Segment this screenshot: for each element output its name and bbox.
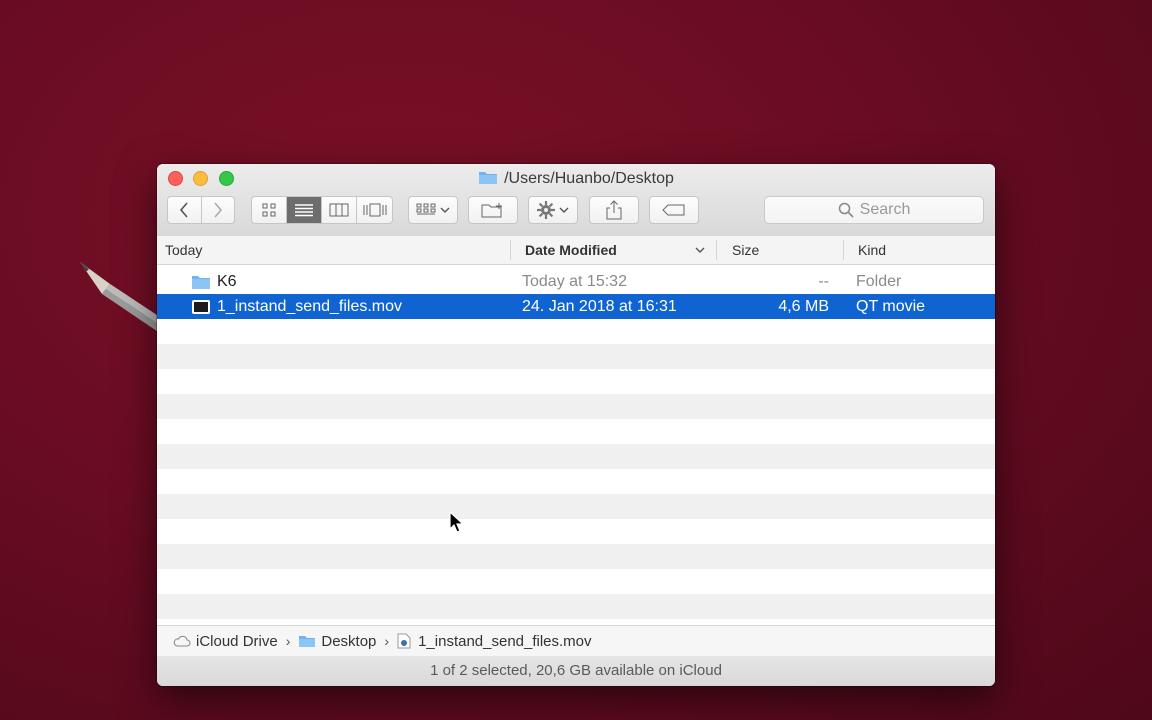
path-item-desktop[interactable]: Desktop	[298, 633, 376, 650]
column-header: Today Date Modified Size Kind	[157, 236, 995, 265]
forward-button[interactable]	[202, 197, 235, 223]
empty-row	[157, 344, 995, 369]
file-row-selected[interactable]: 1_instand_send_files.mov 24. Jan 2018 at…	[157, 294, 995, 319]
cover-flow-icon	[363, 203, 386, 217]
column-divider[interactable]	[843, 240, 844, 260]
title-bar: /Users/Huanbo/Desktop Search	[157, 164, 995, 237]
list-icon	[295, 204, 313, 217]
columns-icon	[329, 203, 349, 217]
empty-row	[157, 544, 995, 569]
empty-row	[157, 394, 995, 419]
window-title: /Users/Huanbo/Desktop	[157, 169, 995, 190]
tags-button[interactable]	[649, 196, 699, 224]
gear-icon	[537, 201, 555, 219]
column-divider[interactable]	[510, 240, 511, 260]
column-name[interactable]: Today	[165, 236, 202, 264]
path-item-icloud[interactable]: iCloud Drive	[173, 633, 278, 650]
sort-descending-icon	[695, 247, 705, 253]
cloud-icon	[173, 635, 191, 647]
mouse-cursor-icon	[449, 511, 465, 533]
path-item-label: iCloud Drive	[196, 632, 278, 650]
share-button[interactable]	[589, 196, 639, 224]
arrange-button[interactable]	[408, 196, 458, 224]
path-item-label: 1_instand_send_files.mov	[418, 632, 592, 650]
file-name: 1_instand_send_files.mov	[217, 298, 403, 315]
column-divider[interactable]	[716, 240, 717, 260]
icon-view-button[interactable]	[252, 197, 287, 223]
grid-icon	[262, 203, 276, 217]
file-kind: Folder	[856, 273, 902, 290]
chevron-down-icon	[440, 207, 450, 213]
chevron-right-icon: ›	[384, 633, 390, 649]
status-bar: 1 of 2 selected, 20,6 GB available on iC…	[157, 656, 995, 686]
chevron-left-icon	[180, 202, 188, 218]
navigation-group	[167, 196, 235, 224]
empty-row	[157, 444, 995, 469]
file-date: 24. Jan 2018 at 16:31	[522, 298, 677, 315]
view-mode-control	[251, 196, 393, 224]
search-placeholder: Search	[859, 201, 911, 218]
movie-file-icon	[191, 298, 211, 323]
search-field[interactable]: Search	[764, 196, 984, 224]
arrange-grid-icon	[416, 203, 436, 215]
new-folder-icon	[481, 203, 502, 218]
empty-row	[157, 594, 995, 619]
back-button[interactable]	[168, 197, 202, 223]
column-date-modified[interactable]: Date Modified	[525, 236, 705, 264]
file-kind: QT movie	[856, 298, 926, 315]
chevron-down-icon	[559, 207, 569, 213]
window-title-text: /Users/Huanbo/Desktop	[504, 170, 674, 187]
file-size: --	[818, 273, 829, 290]
tag-icon	[662, 204, 685, 216]
empty-row	[157, 494, 995, 519]
share-icon	[606, 200, 622, 220]
file-name: K6	[217, 273, 237, 290]
movie-file-icon	[397, 633, 411, 649]
chevron-right-icon: ›	[285, 633, 291, 649]
file-size: 4,6 MB	[778, 298, 829, 315]
column-kind[interactable]: Kind	[858, 236, 886, 264]
new-folder-button[interactable]	[468, 196, 518, 224]
path-item-label: Desktop	[321, 632, 377, 650]
list-view-button[interactable]	[287, 197, 322, 223]
path-item-file[interactable]: 1_instand_send_files.mov	[397, 632, 592, 650]
action-button[interactable]	[528, 196, 578, 224]
column-date-label: Date Modified	[525, 242, 617, 258]
folder-icon	[299, 636, 316, 647]
file-date: Today at 15:32	[522, 273, 627, 290]
path-bar: iCloud Drive › Desktop › 1_instand_send_…	[157, 625, 995, 657]
finder-window: /Users/Huanbo/Desktop Search Today Date …	[157, 164, 995, 686]
cover-flow-view-button[interactable]	[357, 197, 392, 223]
file-list[interactable]: K6 Today at 15:32 -- Folder 1_instand_se…	[157, 265, 995, 622]
column-view-button[interactable]	[322, 197, 357, 223]
file-row[interactable]: K6 Today at 15:32 -- Folder	[157, 269, 995, 294]
search-icon	[838, 202, 854, 218]
folder-icon	[478, 169, 498, 190]
chevron-right-icon	[214, 202, 222, 218]
column-size[interactable]: Size	[732, 236, 759, 264]
